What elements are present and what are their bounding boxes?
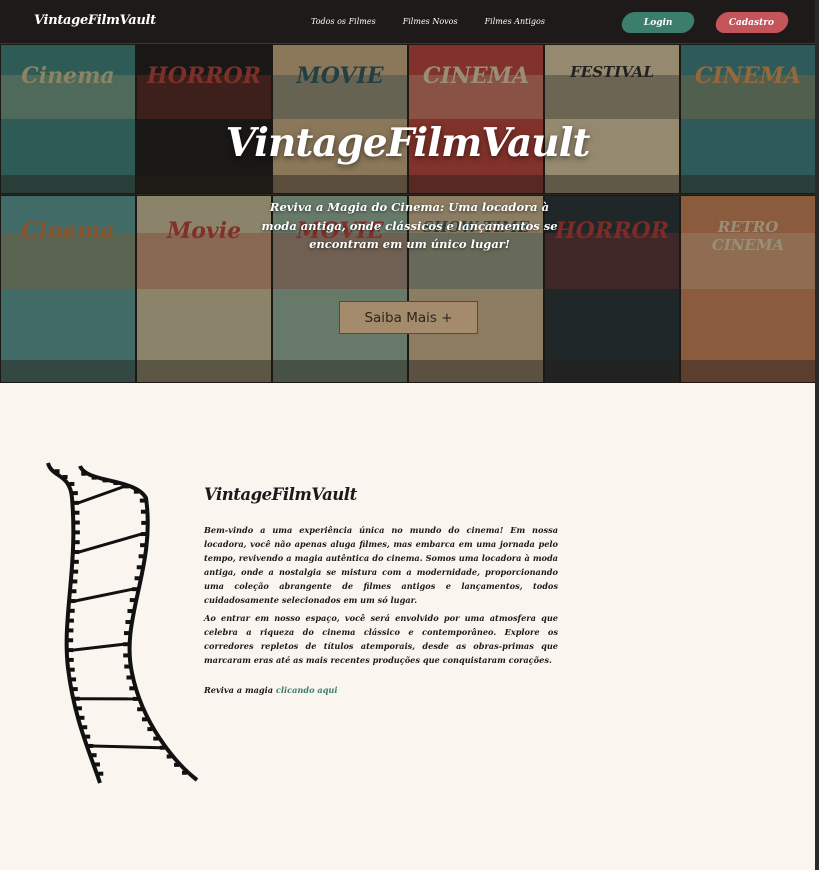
film-perforation xyxy=(141,520,147,525)
login-button[interactable]: Login xyxy=(619,12,697,33)
film-perforation xyxy=(71,589,77,594)
film-perforation xyxy=(81,471,87,476)
film-perforation xyxy=(123,631,129,636)
film-perforation xyxy=(137,707,143,712)
film-perforation xyxy=(68,657,74,662)
film-perforation xyxy=(123,642,129,647)
film-perforation xyxy=(74,540,80,545)
film-perforation xyxy=(69,667,75,672)
film-perforation xyxy=(69,608,75,613)
film-perforation xyxy=(174,762,180,767)
about-paragraph-2: Ao entrar em nosso espaço, você será env… xyxy=(204,613,558,665)
film-perforation xyxy=(72,687,78,692)
film-perforation xyxy=(126,675,132,680)
about-paragraph-1: Bem-vindo a uma experiência única no mun… xyxy=(204,525,558,605)
film-perforation xyxy=(68,648,74,653)
film-perforation xyxy=(132,696,138,701)
hero-title: VintageFilmVault xyxy=(225,120,591,166)
film-frame-divider xyxy=(77,484,126,505)
film-perforation xyxy=(147,727,153,732)
film-perforation xyxy=(69,481,75,486)
film-perforation xyxy=(127,609,133,614)
film-perforation xyxy=(123,653,129,658)
film-perforation xyxy=(134,576,140,581)
film-perforation xyxy=(159,745,165,750)
nav-links: Todos os Filmes Filmes Novos Filmes Anti… xyxy=(311,17,545,26)
film-perforation xyxy=(129,686,135,691)
film-perforation xyxy=(73,569,79,574)
signup-button-label: Cadastro xyxy=(729,17,775,28)
film-perforation xyxy=(68,638,74,643)
film-perforation xyxy=(91,475,97,480)
cta-line: Reviva a magia clicando aqui xyxy=(204,685,338,695)
brand-logo[interactable]: VintageFilmVault xyxy=(34,13,156,28)
signup-button[interactable]: Cadastro xyxy=(713,12,791,33)
film-perforation xyxy=(141,717,147,722)
about-title: VintageFilmVault xyxy=(204,485,357,504)
nav-link-new-films[interactable]: Filmes Novos xyxy=(403,17,458,26)
film-perforation xyxy=(113,481,119,486)
film-perforation xyxy=(166,754,172,759)
film-frame-divider xyxy=(78,532,142,554)
film-perforation xyxy=(76,706,82,711)
film-frame-divider xyxy=(92,744,161,750)
film-frame-divider xyxy=(74,587,133,603)
learn-more-button[interactable]: Saiba Mais + xyxy=(339,301,478,334)
film-perforation xyxy=(124,664,130,669)
film-perforation xyxy=(68,628,74,633)
nav-link-all-films[interactable]: Todos os Filmes xyxy=(311,17,376,26)
film-perforation xyxy=(74,696,80,701)
film-perforation xyxy=(140,543,146,548)
film-perforation xyxy=(129,598,135,603)
login-button-label: Login xyxy=(643,17,673,28)
film-perforation xyxy=(72,491,78,496)
film-perforation xyxy=(85,734,91,739)
film-perforation xyxy=(72,579,78,584)
film-perforation xyxy=(138,554,144,559)
film-perforation xyxy=(181,770,187,775)
film-perforation xyxy=(71,677,77,682)
cta-text: Reviva a magia xyxy=(204,685,276,695)
film-perforation xyxy=(153,736,159,741)
film-perforation xyxy=(140,509,146,514)
film-perforation xyxy=(62,474,68,479)
scrollbar-edge[interactable] xyxy=(815,0,819,870)
film-perforation xyxy=(102,478,108,483)
film-perforation xyxy=(74,530,80,535)
navbar: VintageFilmVault Todos os Filmes Filmes … xyxy=(0,0,815,44)
film-perforation xyxy=(136,565,142,570)
film-strip-illustration xyxy=(46,462,199,784)
hero-subtitle: Reviva a Magia do Cinema: Uma locadora à… xyxy=(261,200,558,251)
film-perforation xyxy=(88,743,94,748)
film-perforation xyxy=(74,520,80,525)
hero-section: Cinema HORROR MOVIE CINEMA FESTIVAL CINEMA Cin… xyxy=(0,44,815,383)
film-perforation xyxy=(139,498,145,503)
film-perforation xyxy=(79,715,85,720)
nav-link-old-films[interactable]: Filmes Antigos xyxy=(485,17,545,26)
film-frame-divider xyxy=(72,642,124,652)
film-perforation xyxy=(94,762,100,767)
film-perforation xyxy=(73,559,79,564)
film-perforation xyxy=(125,620,131,625)
film-perforation xyxy=(98,771,104,776)
film-perforation xyxy=(82,725,88,730)
film-perforation xyxy=(91,753,97,758)
film-perforation xyxy=(74,510,80,515)
click-here-link[interactable]: clicando aqui xyxy=(276,685,338,695)
film-perforation xyxy=(54,469,60,474)
film-perforation xyxy=(133,489,139,494)
film-perforation xyxy=(68,618,74,623)
